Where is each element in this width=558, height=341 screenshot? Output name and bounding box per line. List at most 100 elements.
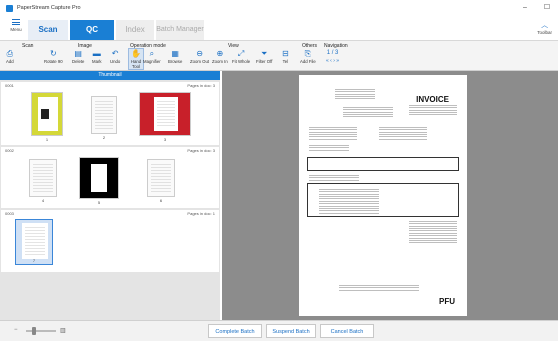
thumbnail-pane[interactable]: 0001 Pages in doc: 3 1 2 3 0002 Pages in… [0, 80, 220, 320]
tab-index[interactable]: Index [116, 20, 154, 40]
page-image [38, 97, 58, 131]
thumbnail-size-slider[interactable] [26, 327, 56, 335]
document-group-3[interactable]: 0003 Pages in doc: 1 7 [1, 210, 219, 272]
document-group-2[interactable]: 0002 Pages in doc: 3 4 5 6 [1, 147, 219, 208]
suspend-batch-button[interactable]: Suspend Batch [266, 324, 316, 338]
navigation-arrows[interactable]: « ‹ › » [326, 59, 339, 64]
zoom-in-icon: ⊕ [216, 49, 224, 58]
filter-off-label: Filter Off [256, 59, 273, 64]
fit-whole-button[interactable]: ⤢ Fit Whole [232, 49, 250, 64]
app-icon [6, 4, 13, 12]
page-text [94, 101, 114, 129]
page-number: 7 [32, 258, 36, 263]
menu-button[interactable]: Menu [8, 19, 24, 32]
zoom-out-label: Zoom Out [190, 59, 210, 64]
filter-off-button[interactable]: ⏷ Filter Off [256, 49, 272, 64]
scanner-add-icon: ⎙ [6, 49, 14, 58]
delete-button[interactable]: ▤ Delete [72, 49, 84, 64]
tab-qc[interactable]: QC [70, 20, 114, 40]
browse-icon: ▦ [171, 49, 179, 58]
page-thumbnail[interactable]: 3 [139, 92, 191, 142]
browse-button[interactable]: ▦ Browse [168, 49, 182, 64]
complete-batch-button[interactable]: Complete Batch [208, 324, 262, 338]
pfu-logo: PFU [439, 297, 455, 306]
hand-tool-button[interactable]: ✋ Hand Tool [128, 48, 144, 70]
thumbnail-header: Thumbnail [0, 71, 220, 80]
maximize-button[interactable]: ☐ [536, 0, 558, 16]
filter-icon: ⏷ [261, 49, 268, 58]
line-items-text [319, 189, 379, 215]
page-text [151, 164, 171, 192]
document-group-1[interactable]: 0001 Pages in doc: 3 1 2 3 [1, 82, 219, 145]
page-number: 3 [163, 137, 167, 142]
tel-label: Tel [282, 59, 289, 64]
pages-in-doc: Pages in doc: 3 [187, 148, 215, 153]
ship-to-address [379, 127, 427, 141]
page-image [154, 97, 178, 131]
pages-in-doc: Pages in doc: 1 [187, 211, 215, 216]
add-label: Add [6, 59, 14, 64]
document-name: 0001 [5, 83, 14, 88]
magnifier-button[interactable]: ⌕ Magnifier [143, 49, 161, 64]
rotate-button[interactable]: ↻ Rotate 90 [44, 49, 63, 64]
bill-to-address [309, 127, 357, 141]
mark-icon: ▬ [92, 49, 101, 58]
tab-bar: Menu Scan QC Index Batch Manager ︿ Toolb… [0, 16, 558, 40]
tel-button[interactable]: ⊟ Tel [282, 49, 289, 64]
add-file-button[interactable]: ⎘ Add File [300, 49, 316, 64]
page-thumbnail[interactable]: 2 [91, 96, 117, 140]
minimize-button[interactable]: – [514, 0, 536, 16]
toolbar-label: Toolbar [537, 30, 552, 35]
reference-block [309, 145, 349, 151]
page-number: 1 [45, 137, 49, 142]
page-navigation[interactable]: 1 / 3 « ‹ › » [326, 49, 339, 64]
page-thumbnail[interactable]: 5 [79, 157, 119, 205]
page-thumbnail[interactable]: 6 [147, 159, 175, 203]
page-text [25, 227, 45, 255]
page-thumbnail[interactable]: 4 [29, 159, 57, 203]
magnifier-label: Magnifier [143, 59, 161, 64]
tab-batch-manager[interactable]: Batch Manager [156, 20, 204, 40]
contact-block [309, 175, 359, 181]
window-controls: – ☐ [514, 0, 558, 16]
remit-address [343, 107, 393, 117]
image-preview-pane[interactable]: INVOICE PFU [222, 71, 558, 320]
page-text [156, 101, 176, 127]
title-bar: PaperStream Capture Pro – ☐ [0, 0, 558, 16]
ribbon-toolbar: Scan Image Operation mode View Others Na… [0, 40, 558, 71]
zoom-in-button[interactable]: ⊕ Zoom In [212, 49, 228, 64]
page-number: 2 [102, 135, 106, 140]
slider-handle[interactable] [32, 327, 36, 335]
add-file-label: Add File [300, 59, 316, 64]
rotate-icon: ↻ [49, 49, 57, 58]
invoice-meta [409, 105, 457, 115]
totals-block [409, 221, 457, 243]
undo-button[interactable]: ↶ Undo [110, 49, 120, 64]
page-photo [41, 109, 49, 119]
page-thumbnail-selected[interactable]: 7 [15, 219, 53, 265]
menu-label: Menu [10, 27, 22, 32]
undo-label: Undo [110, 59, 121, 64]
fit-whole-label: Fit Whole [232, 59, 251, 64]
chevron-up-icon: ︿ [541, 22, 549, 29]
sender-address [335, 89, 375, 99]
zoom-in-label: Zoom In [212, 59, 228, 64]
page-number: 4 [41, 198, 45, 203]
thumbnail-zoom-out-icon[interactable]: − [14, 327, 18, 333]
delete-page-icon: ▤ [74, 49, 82, 58]
page-number: 6 [159, 198, 163, 203]
add-button[interactable]: ⎙ Add [6, 49, 14, 64]
toolbar-toggle-button[interactable]: ︿ Toolbar [537, 20, 552, 36]
mark-button[interactable]: ▬ Mark [92, 49, 102, 64]
hamburger-icon [12, 19, 20, 25]
tel-icon: ⊟ [282, 49, 289, 58]
thumbnail-zoom-in-icon[interactable]: ▥ [60, 327, 66, 334]
page-thumbnail[interactable]: 1 [31, 92, 63, 142]
group-scan-label: Scan [22, 43, 34, 49]
cancel-batch-button[interactable]: Cancel Batch [320, 324, 374, 338]
magnifier-icon: ⌕ [149, 49, 155, 58]
tab-scan[interactable]: Scan [28, 20, 68, 40]
mark-label: Mark [92, 59, 102, 64]
footer-note [339, 285, 419, 291]
zoom-out-button[interactable]: ⊖ Zoom Out [190, 49, 209, 64]
